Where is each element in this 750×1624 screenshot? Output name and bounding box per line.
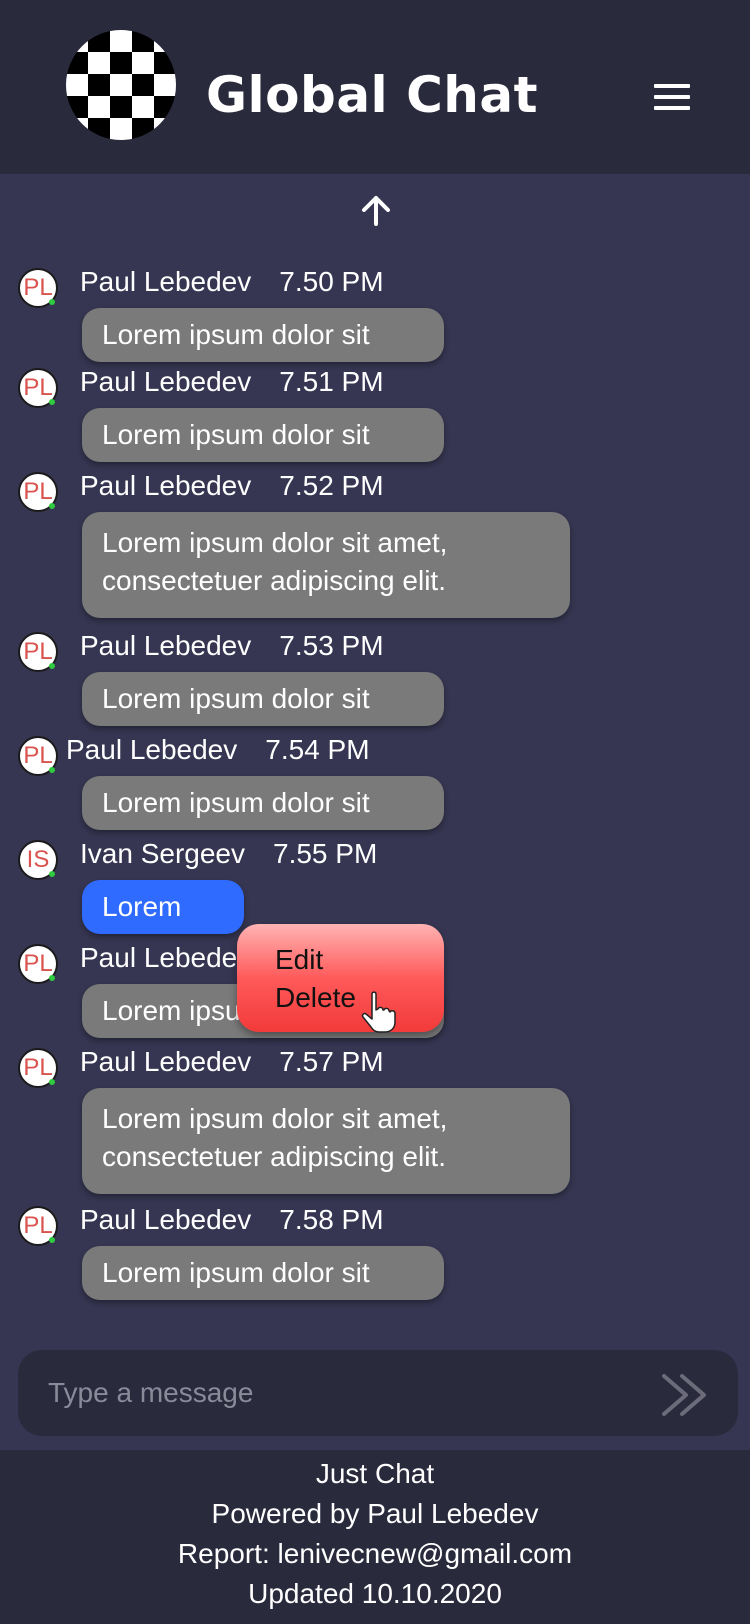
message-time: 7.50 PM xyxy=(279,266,384,297)
message-context-menu: Edit Delete xyxy=(237,924,444,1032)
footer-report-email[interactable]: Report: lenivecnew@gmail.com xyxy=(0,1534,750,1574)
message-meta: Paul Lebedev 7.57 PM xyxy=(80,1046,384,1078)
message-author: Paul Lebedev xyxy=(80,1046,252,1077)
message-meta: Paul Lebedev 7.54 PM xyxy=(66,734,370,766)
message-bubble[interactable]: Lorem ipsum dolor sit xyxy=(82,1246,444,1300)
online-status-dot xyxy=(49,1079,55,1085)
double-chevron-send-icon[interactable] xyxy=(658,1372,718,1418)
hamburger-menu-icon[interactable] xyxy=(654,84,690,110)
message-author: Paul Lebedev xyxy=(80,366,252,397)
hand-pointer-icon xyxy=(361,991,396,1033)
footer-updated: Updated 10.10.2020 xyxy=(248,1578,502,1609)
message-time: 7.52 PM xyxy=(279,470,384,501)
message-bubble[interactable]: Lorem ipsum dolor sit xyxy=(82,408,444,462)
message-author: Paul Lebedev xyxy=(80,470,252,501)
message-author: Paul Lebedev xyxy=(80,1204,252,1235)
page-title: Global Chat xyxy=(206,66,539,124)
message-author: Paul Lebedev xyxy=(80,630,252,661)
avatar[interactable]: PL xyxy=(18,944,58,984)
message-author: Ivan Sergeev xyxy=(80,838,245,869)
message-input[interactable] xyxy=(48,1370,648,1416)
message-bubble[interactable]: Lorem ipsum dolor sit amet, consectetuer… xyxy=(82,1088,570,1194)
app-footer: Just Chat Powered by Paul Lebedev Report… xyxy=(0,1450,750,1624)
message-time: 7.55 PM xyxy=(273,838,378,869)
own-message-bubble[interactable]: Lorem xyxy=(82,880,244,934)
checkered-logo-icon xyxy=(66,30,176,140)
avatar[interactable]: PL xyxy=(18,736,58,776)
online-status-dot xyxy=(49,1237,55,1243)
online-status-dot xyxy=(49,663,55,669)
message-time: 7.51 PM xyxy=(279,366,384,397)
message-time: 7.58 PM xyxy=(279,1204,384,1235)
message-time: 7.57 PM xyxy=(279,1046,384,1077)
online-status-dot xyxy=(49,975,55,981)
message-meta: Ivan Sergeev 7.55 PM xyxy=(80,838,377,870)
message-bubble[interactable]: Lorem ipsum dolor sit xyxy=(82,776,444,830)
footer-powered-by: Powered by Paul Lebedev xyxy=(211,1498,539,1529)
message-time: 7.54 PM xyxy=(265,734,370,765)
message-bubble[interactable]: Lorem ipsum dolor sit xyxy=(82,308,444,362)
online-status-dot xyxy=(49,767,55,773)
avatar[interactable]: IS xyxy=(18,840,58,880)
message-meta: Paul Lebedev 7.50 PM xyxy=(80,266,384,298)
footer-app-name: Just Chat xyxy=(315,1458,435,1489)
message-author: Paul Lebedev xyxy=(80,266,252,297)
message-meta: Paul Lebede xyxy=(80,942,237,974)
avatar[interactable]: PL xyxy=(18,1048,58,1088)
arrow-up-icon[interactable] xyxy=(356,190,396,230)
delete-menu-item[interactable]: Delete xyxy=(275,982,356,1014)
app-header: Global Chat xyxy=(0,0,750,174)
message-meta: Paul Lebedev 7.58 PM xyxy=(80,1204,384,1236)
online-status-dot xyxy=(49,503,55,509)
message-meta: Paul Lebedev 7.51 PM xyxy=(80,366,384,398)
avatar[interactable]: PL xyxy=(18,268,58,308)
avatar[interactable]: PL xyxy=(18,368,58,408)
online-status-dot xyxy=(49,399,55,405)
message-author: Paul Lebedev xyxy=(66,734,238,765)
online-status-dot xyxy=(49,299,55,305)
edit-menu-item[interactable]: Edit xyxy=(275,944,323,976)
avatar[interactable]: PL xyxy=(18,1206,58,1246)
avatar[interactable]: PL xyxy=(18,472,58,512)
message-meta: Paul Lebedev 7.52 PM xyxy=(80,470,384,502)
avatar[interactable]: PL xyxy=(18,632,58,672)
message-time: 7.53 PM xyxy=(279,630,384,661)
message-bubble[interactable]: Lorem ipsum dolor sit amet, consectetuer… xyxy=(82,512,570,618)
online-status-dot xyxy=(49,871,55,877)
message-composer xyxy=(18,1350,738,1436)
message-bubble[interactable]: Lorem ipsum dolor sit xyxy=(82,672,444,726)
message-meta: Paul Lebedev 7.53 PM xyxy=(80,630,384,662)
message-author: Paul Lebede xyxy=(80,942,238,973)
